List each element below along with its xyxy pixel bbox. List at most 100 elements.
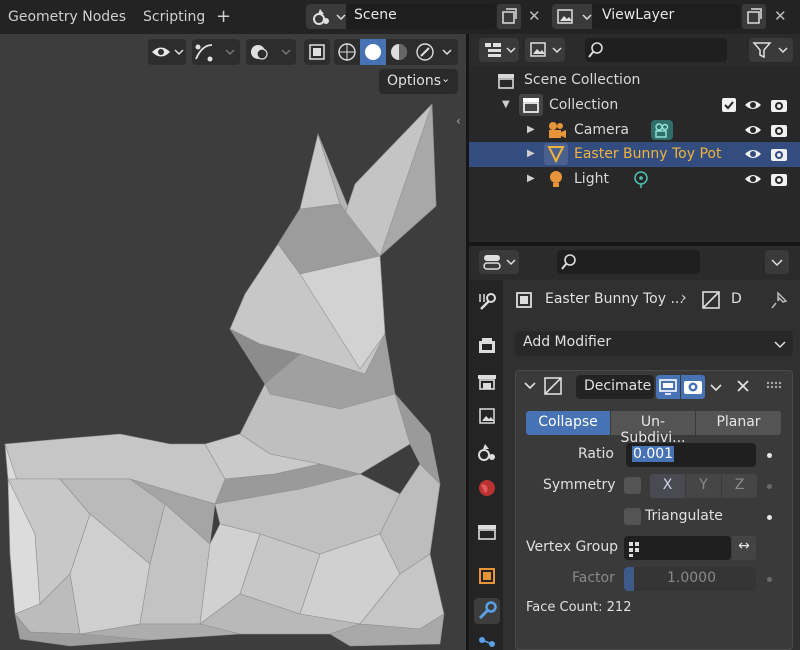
properties-search-input[interactable]: [557, 250, 700, 274]
rendered-shading-icon[interactable]: [412, 39, 438, 65]
display-mode-dropdown[interactable]: [525, 38, 565, 62]
tab-particles[interactable]: [474, 632, 500, 650]
eye-icon[interactable]: [743, 95, 763, 115]
expand-right-icon[interactable]: ▶: [527, 124, 535, 135]
properties-options-dropdown[interactable]: [765, 250, 789, 274]
new-viewlayer-button[interactable]: [742, 4, 766, 29]
triangulate-checkbox[interactable]: [624, 508, 641, 525]
vertex-group-field[interactable]: [624, 536, 731, 560]
camera-render-icon[interactable]: [769, 169, 789, 189]
tab-render[interactable]: [474, 333, 500, 359]
options-button[interactable]: Options ⌄: [379, 69, 458, 94]
search-icon: [561, 254, 576, 270]
outliner-editor-icon: [485, 43, 516, 57]
eye-icon[interactable]: [743, 120, 763, 140]
object-name: Camera: [574, 122, 629, 138]
viewlayer-browse-button[interactable]: [552, 4, 592, 29]
duplicate-icon: [502, 8, 517, 24]
camera-render-icon[interactable]: [769, 144, 789, 164]
ratio-input[interactable]: 0.001: [626, 443, 756, 467]
chevron-down-icon[interactable]: [438, 39, 458, 65]
scene-collection-row[interactable]: Scene Collection: [469, 68, 800, 93]
drag-handle-icon[interactable]: [766, 381, 784, 391]
tab-scene[interactable]: [474, 439, 500, 465]
solid-shading-button[interactable]: [360, 39, 386, 65]
keyframe-dot-icon[interactable]: [767, 484, 772, 489]
filter-dropdown[interactable]: [749, 38, 793, 62]
add-modifier-dropdown[interactable]: Add Modifier: [515, 331, 793, 356]
decimate-modifier-panel: Decimate Collapse Un-Subdivi... Planar R…: [515, 370, 793, 650]
overlays-icon: [251, 45, 291, 60]
pin-icon[interactable]: [769, 290, 789, 310]
chevron-down-icon[interactable]: [709, 380, 723, 394]
tab-modifiers[interactable]: [474, 598, 500, 624]
expand-right-icon[interactable]: ▶: [527, 173, 535, 184]
tab-tool[interactable]: [474, 289, 500, 315]
scene-name-field[interactable]: Scene: [346, 4, 496, 29]
shading-mode-group: [334, 39, 458, 65]
close-icon[interactable]: [736, 379, 750, 393]
symmetry-checkbox[interactable]: [624, 477, 641, 494]
axis-x-button[interactable]: X: [650, 474, 685, 498]
gizmo-dropdown[interactable]: [192, 39, 240, 65]
mode-collapse-button[interactable]: Collapse: [526, 411, 610, 435]
camera-render-icon[interactable]: [769, 120, 789, 140]
sidebar-toggle-icon[interactable]: ‹: [456, 114, 466, 134]
mode-unsubdivide-button[interactable]: Un-Subdivi...: [611, 411, 695, 446]
viewlayer-name-field[interactable]: ViewLayer: [592, 4, 740, 29]
outliner-search-input[interactable]: [585, 38, 727, 62]
collapse-chevron-icon[interactable]: [523, 378, 537, 392]
tab-output[interactable]: [474, 369, 500, 395]
axis-z-button[interactable]: Z: [722, 474, 757, 498]
xray-toggle[interactable]: [304, 39, 330, 65]
keyframe-dot-icon[interactable]: [767, 453, 772, 458]
outliner-item-light[interactable]: ▶ Light: [469, 167, 800, 192]
editor-type-dropdown[interactable]: [479, 38, 519, 62]
bunny-mesh: [4, 103, 445, 647]
checkbox-checked-icon[interactable]: [721, 97, 737, 113]
invert-vertex-group-button[interactable]: ↔: [732, 536, 756, 560]
tab-view-layer[interactable]: [474, 403, 500, 429]
close-viewlayer-icon[interactable]: ✕: [774, 7, 787, 25]
camera-data-icon[interactable]: [650, 119, 674, 141]
tab-collection[interactable]: [474, 519, 500, 545]
mode-planar-button[interactable]: Planar: [696, 411, 781, 435]
tab-scripting[interactable]: Scripting: [143, 9, 205, 25]
new-scene-button[interactable]: [497, 4, 521, 29]
scene-browse-button[interactable]: [306, 4, 346, 29]
eye-icon[interactable]: [743, 144, 763, 164]
camera-render-icon[interactable]: [769, 95, 789, 115]
viewlayer-name: ViewLayer: [602, 7, 675, 23]
keyframe-dot-icon[interactable]: [767, 515, 772, 520]
eye-icon[interactable]: [743, 169, 763, 189]
tab-geometry-nodes[interactable]: Geometry Nodes: [8, 9, 126, 25]
light-object-icon: [550, 171, 562, 187]
outliner-item-camera[interactable]: ▶ Camera: [469, 118, 800, 143]
close-scene-icon[interactable]: ✕: [528, 7, 541, 25]
tab-world[interactable]: [474, 475, 500, 501]
modifier-name-field[interactable]: Decimate: [576, 375, 654, 399]
visibility-dropdown[interactable]: [148, 39, 186, 65]
face-count: Face Count: 212: [526, 600, 632, 615]
outliner-item-easter-bunny[interactable]: ▶ Easter Bunny Toy Pot: [469, 142, 800, 167]
light-data-icon[interactable]: [631, 169, 651, 189]
show-in-render-toggle[interactable]: [681, 375, 705, 399]
add-workspace-button[interactable]: +: [216, 6, 231, 27]
camera-object-icon: [549, 122, 566, 138]
collection-row[interactable]: ▼ Collection: [469, 93, 800, 118]
material-shading-icon[interactable]: [386, 39, 412, 65]
wireframe-shading-icon[interactable]: [334, 39, 360, 65]
overlays-dropdown[interactable]: [246, 39, 296, 65]
expand-right-icon[interactable]: ▶: [527, 148, 535, 159]
show-in-viewport-toggle[interactable]: [656, 375, 680, 399]
render-icon: [479, 338, 495, 353]
properties-editor-type-dropdown[interactable]: [479, 250, 519, 274]
expand-down-icon[interactable]: ▼: [502, 99, 510, 110]
factor-slider-fill: [624, 567, 634, 591]
keyframe-dot-icon[interactable]: [767, 577, 772, 582]
properties-tabs: [469, 280, 503, 650]
3d-viewport[interactable]: Options ⌄ ‹: [0, 34, 466, 650]
tab-object[interactable]: [474, 563, 500, 589]
axis-y-button[interactable]: Y: [686, 474, 721, 498]
factor-slider[interactable]: 1.0000: [624, 567, 756, 591]
